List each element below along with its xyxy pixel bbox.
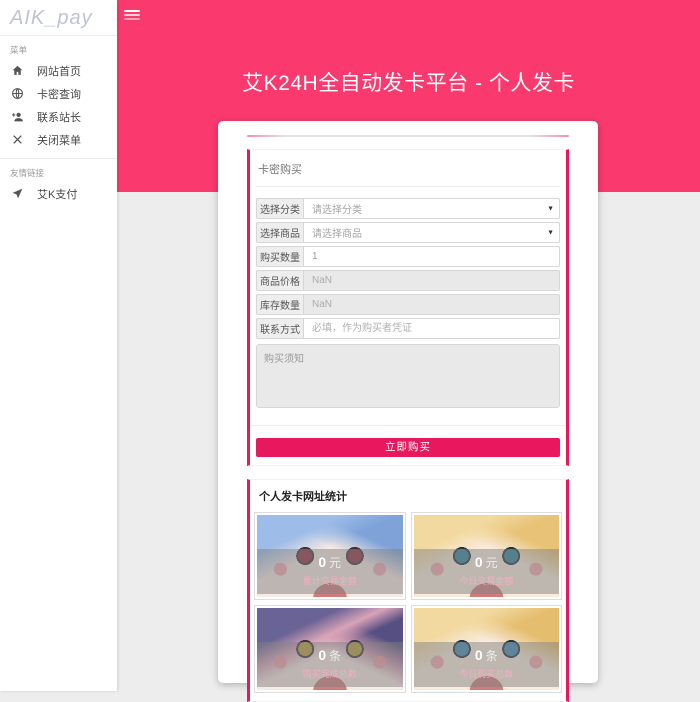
stat-tile-today-amount: 0元 今日交易金额 [411,512,563,600]
hamburger-menu-icon[interactable] [124,10,140,22]
stat-label: 今日购买总数 [414,667,560,680]
anime-illustration: 0元 今日交易金额 [414,515,560,597]
sidebar-item-contact-admin[interactable]: 联系站长 [0,105,117,128]
field-row-quantity: 购买数量 [256,246,560,267]
sidebar-item-label: 卡密查询 [37,86,81,102]
stat-label: 累计交易金额 [257,574,403,587]
stat-value: 0 [475,554,483,570]
stat-overlay: 0元 累计交易金额 [257,549,403,594]
stats-panel: 个人发卡网址统计 0元 累计交易金额 [247,479,569,702]
field-row-stock: 库存数量 [256,294,560,315]
stat-label: 购买完成总数 [257,667,403,680]
sidebar-item-label: 联系站长 [37,109,81,125]
buy-now-button[interactable]: 立即购买 [256,438,560,457]
stock-field [304,294,560,315]
category-select[interactable]: 请选择分类 [304,198,560,219]
stats-title: 个人发卡网址统计 [254,486,562,512]
anime-illustration: 0元 累计交易金额 [257,515,403,597]
sidebar-item-label: 网站首页 [37,63,81,79]
stat-unit: 条 [486,649,498,663]
stat-value: 0 [318,647,326,663]
form-divider [250,425,566,426]
product-select[interactable]: 请选择商品 [304,222,560,243]
person-add-icon [10,110,24,124]
page-title: 艾K24H全自动发卡平台 - 个人发卡 [117,67,700,97]
field-row-category: 选择分类 请选择分类 ▼ [256,198,560,219]
purchase-notes-textarea [256,344,560,408]
stats-tiles-grid: 0元 累计交易金额 0元 今日交易金额 [254,512,562,693]
stat-overlay: 0条 购买完成总数 [257,642,403,687]
send-icon [10,187,24,201]
stat-value: 0 [475,647,483,663]
sidebar-item-home[interactable]: 网站首页 [0,59,117,82]
stat-tile-total-orders: 0条 购买完成总数 [254,605,406,693]
stat-unit: 元 [329,556,341,570]
stat-overlay: 0条 今日购买总数 [414,642,560,687]
purchase-form-panel: 卡密购买 选择分类 请选择分类 ▼ 选择商品 请选择商品 ▼ [247,149,569,466]
field-row-contact: 联系方式 [256,318,560,339]
main-area: 艾K24H全自动发卡平台 - 个人发卡 卡密购买 选择分类 请选择分类 ▼ 选择… [117,0,700,691]
globe-icon [10,87,24,101]
sidebar-section-menu-label: 菜单 [0,36,117,59]
stat-tile-today-orders: 0条 今日购买总数 [411,605,563,693]
field-label: 购买数量 [256,246,304,267]
sidebar: AIK_pay 菜单 网站首页 卡密查询 联系站长 关闭菜单 [0,0,117,691]
field-label: 联系方式 [256,318,304,339]
field-row-product: 选择商品 请选择商品 ▼ [256,222,560,243]
anime-illustration: 0条 今日购买总数 [414,608,560,690]
quantity-input[interactable] [304,246,560,267]
sidebar-section-links-label: 友情链接 [0,159,117,182]
content-card: 卡密购买 选择分类 请选择分类 ▼ 选择商品 请选择商品 ▼ [218,121,598,683]
stat-label: 今日交易金额 [414,574,560,587]
stat-unit: 元 [486,556,498,570]
card-top-divider [247,135,569,137]
sidebar-item-card-query[interactable]: 卡密查询 [0,82,117,105]
stat-unit: 条 [329,649,341,663]
field-label: 库存数量 [256,294,304,315]
close-icon [10,133,24,147]
app-logo[interactable]: AIK_pay [0,0,117,36]
contact-input[interactable] [304,318,560,339]
sidebar-item-aik-pay[interactable]: 艾K支付 [0,182,117,205]
sidebar-item-label: 艾K支付 [37,186,77,202]
purchase-form-title: 卡密购买 [256,158,560,187]
sidebar-item-close-menu[interactable]: 关闭菜单 [0,128,117,151]
sidebar-item-label: 关闭菜单 [37,132,81,148]
home-icon [10,64,24,78]
stat-overlay: 0元 今日交易金额 [414,549,560,594]
product-select-value: 请选择商品 [312,225,362,240]
field-label: 选择分类 [256,198,304,219]
field-row-price: 商品价格 [256,270,560,291]
category-select-value: 请选择分类 [312,201,362,216]
field-label: 选择商品 [256,222,304,243]
field-label: 商品价格 [256,270,304,291]
price-field [304,270,560,291]
stat-value: 0 [318,554,326,570]
anime-illustration: 0条 购买完成总数 [257,608,403,690]
stat-tile-total-amount: 0元 累计交易金额 [254,512,406,600]
